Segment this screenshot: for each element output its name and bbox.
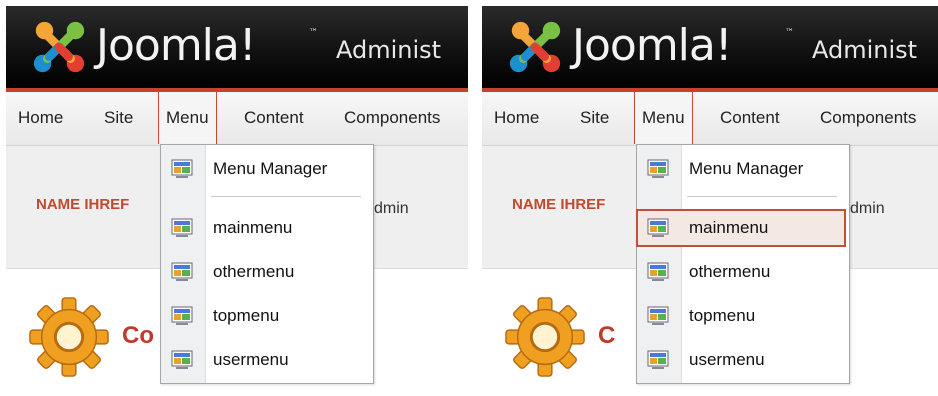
dropdown-label: Menu Manager [213,159,328,178]
menu-dropdown: Menu Manager mainmenu othermenu topmenu … [160,144,374,384]
dropdown-item-usermenu[interactable]: usermenu [161,341,373,379]
name-label: NAME IHREF [512,196,606,213]
dropdown-item-usermenu[interactable]: usermenu [637,341,849,379]
joomla-logo-icon [33,21,85,73]
dropdown-item-menu-manager[interactable]: Menu Manager [637,150,849,188]
menu-item-icon [171,159,193,178]
menu-item-icon [171,306,193,325]
admin-header: Joomla! ™ Administ [482,6,938,92]
admin-partial-text: dmin [850,200,885,217]
dropdown-item-topmenu[interactable]: topmenu [637,297,849,335]
dropdown-item-othermenu[interactable]: othermenu [637,253,849,291]
menubar-home[interactable]: Home [494,92,539,143]
main-menubar: Home Site Menu Content Components [6,92,468,146]
dropdown-label: othermenu [213,262,295,281]
menu-item-icon [171,262,193,281]
dropdown-item-othermenu[interactable]: othermenu [161,253,373,291]
admin-partial-text: dmin [374,200,409,217]
dropdown-label: usermenu [689,350,765,369]
menubar-menu[interactable]: Menu [158,92,217,144]
menu-item-icon [171,218,193,237]
menubar-components[interactable]: Components [344,92,440,143]
page-title-partial: C [598,322,616,349]
joomla-logo-icon [509,21,561,73]
menubar-menu[interactable]: Menu [634,92,693,144]
panel-left: Joomla! ™ Administ Home Site Menu Conten… [6,0,468,396]
menubar-site[interactable]: Site [104,92,133,143]
dropdown-label: usermenu [213,350,289,369]
menubar-site[interactable]: Site [580,92,609,143]
gear-icon [29,297,109,377]
dropdown-label: Menu Manager [689,159,804,178]
menubar-content[interactable]: Content [244,92,304,143]
dropdown-item-mainmenu-highlighted[interactable]: mainmenu [636,209,846,247]
menubar-components[interactable]: Components [820,92,916,143]
dropdown-separator [687,196,837,197]
dropdown-item-topmenu[interactable]: topmenu [161,297,373,335]
dropdown-separator [211,196,361,197]
menu-dropdown: Menu Manager mainmenu othermenu topmenu … [636,144,850,384]
page-title-partial: Co [122,322,154,349]
main-menubar: Home Site Menu Content Components [482,92,938,146]
dropdown-label: topmenu [213,306,280,325]
dropdown-label: othermenu [689,262,771,281]
dropdown-item-menu-manager[interactable]: Menu Manager [161,150,373,188]
menu-item-icon [647,159,669,178]
trademark-mark: ™ [309,28,318,38]
header-administrator-text: Administ [812,36,918,64]
joomla-logo-text: Joomla! [96,20,257,71]
panel-right: Joomla! ™ Administ Home Site Menu Conten… [482,0,938,396]
menu-item-icon [647,262,669,281]
menubar-home[interactable]: Home [18,92,63,143]
gear-icon [505,297,585,377]
trademark-mark: ™ [785,28,794,38]
header-administrator-text: Administ [336,36,442,64]
dropdown-label: mainmenu [689,218,769,237]
dropdown-label: topmenu [689,306,756,325]
dropdown-label: mainmenu [213,218,293,237]
menu-item-icon [647,218,669,237]
joomla-logo-text: Joomla! [572,20,733,71]
menu-item-icon [647,350,669,369]
admin-header: Joomla! ™ Administ [6,6,468,92]
menubar-content[interactable]: Content [720,92,780,143]
menu-item-icon [171,350,193,369]
menu-item-icon [647,306,669,325]
name-label: NAME IHREF [36,196,130,213]
dropdown-item-mainmenu[interactable]: mainmenu [161,209,373,247]
